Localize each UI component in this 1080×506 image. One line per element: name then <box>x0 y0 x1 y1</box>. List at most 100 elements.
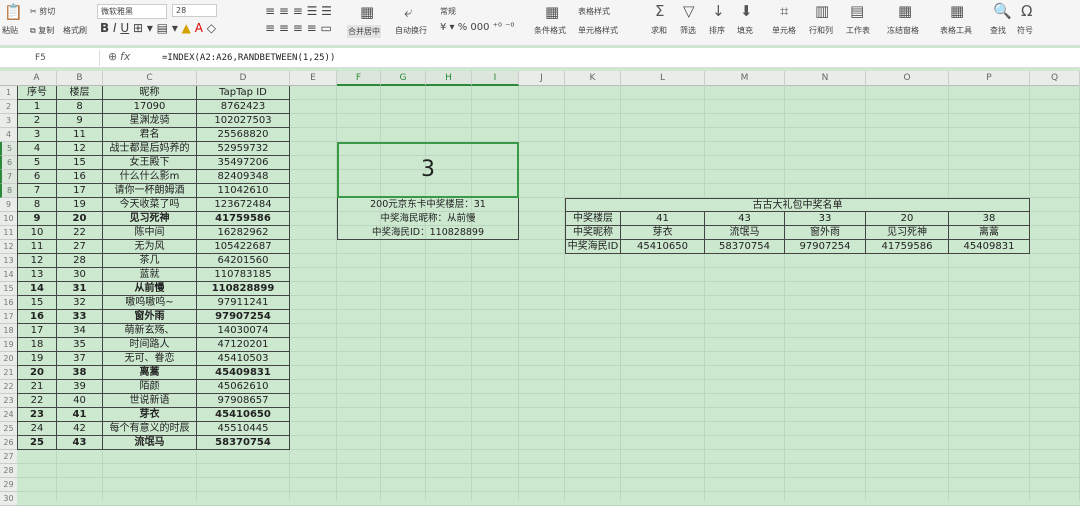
number-format-select[interactable]: 常规 <box>440 6 510 17</box>
sheet-icon[interactable]: ▤ <box>850 2 864 20</box>
fill-button[interactable]: 填充 <box>737 25 753 36</box>
cell[interactable]: 45409831 <box>949 240 1030 254</box>
cell[interactable]: 无可、眷恋 <box>103 352 197 366</box>
cell[interactable]: 35 <box>57 338 103 352</box>
column-header-N[interactable]: N <box>785 71 866 86</box>
cell[interactable]: 38 <box>57 366 103 380</box>
cell[interactable]: 4 <box>17 142 57 156</box>
row-header[interactable]: 9 <box>0 198 17 212</box>
conditional-format-icon[interactable]: ▦ <box>545 3 559 21</box>
freeze-icon[interactable]: ▦ <box>898 2 912 20</box>
cell[interactable]: 20 <box>57 212 103 226</box>
cell[interactable]: 34 <box>57 324 103 338</box>
cell[interactable]: 45410650 <box>621 240 705 254</box>
cell[interactable]: 见习死神 <box>866 226 949 240</box>
column-header-J[interactable]: J <box>519 71 565 86</box>
row-header[interactable]: 12 <box>0 240 17 254</box>
cell[interactable]: 15 <box>17 296 57 310</box>
row-header[interactable]: 19 <box>0 338 17 352</box>
cell[interactable]: 12 <box>57 142 103 156</box>
row-header[interactable]: 3 <box>0 114 17 128</box>
column-header-H[interactable]: H <box>426 71 472 86</box>
cell[interactable]: 24 <box>17 422 57 436</box>
sort-icon[interactable]: ↓ <box>712 2 725 20</box>
table-style-button[interactable]: 表格样式 <box>578 6 610 17</box>
align-buttons-2[interactable]: ≡ ≡ ≡ ≡ ▭ <box>265 21 332 35</box>
row-header[interactable]: 21 <box>0 366 17 380</box>
cell[interactable]: 萌新玄殇、 <box>103 324 197 338</box>
row-header[interactable]: 8 <box>0 184 17 198</box>
row-header[interactable]: 29 <box>0 478 17 492</box>
cell[interactable]: 10 <box>17 226 57 240</box>
cell[interactable]: 82409348 <box>197 170 290 184</box>
cell[interactable]: 45409831 <box>197 366 290 380</box>
align-buttons[interactable]: ≡ ≡ ≡ ☰ ☰ <box>265 4 332 18</box>
cell[interactable]: 13 <box>17 268 57 282</box>
cell[interactable]: 33 <box>57 310 103 324</box>
wrap-text-button[interactable]: 自动换行 <box>395 25 427 36</box>
cell[interactable]: 茶几 <box>103 254 197 268</box>
cell[interactable]: 20 <box>866 212 949 226</box>
cells-icon[interactable]: ⌗ <box>780 2 788 20</box>
number-buttons[interactable]: ¥ ▾ % 000 ⁺⁰ ⁻⁰ <box>440 22 514 33</box>
column-header-O[interactable]: O <box>866 71 949 86</box>
cell[interactable]: 世说新语 <box>103 394 197 408</box>
row-header[interactable]: 17 <box>0 310 17 324</box>
cell[interactable]: 19 <box>57 198 103 212</box>
cell[interactable]: 45510445 <box>197 422 290 436</box>
cell[interactable]: 陈中间 <box>103 226 197 240</box>
cell[interactable]: 9 <box>17 212 57 226</box>
cell[interactable]: 32 <box>57 296 103 310</box>
cell[interactable]: 女王殿下 <box>103 156 197 170</box>
cell[interactable]: 45410503 <box>197 352 290 366</box>
cell[interactable]: 11 <box>57 128 103 142</box>
row-header[interactable]: 14 <box>0 268 17 282</box>
row-header[interactable]: 22 <box>0 380 17 394</box>
cell[interactable]: 今天收菜了吗 <box>103 198 197 212</box>
row-header[interactable]: 30 <box>0 492 17 506</box>
cell[interactable]: 105422687 <box>197 240 290 254</box>
row-header[interactable]: 27 <box>0 450 17 464</box>
row-header[interactable]: 24 <box>0 408 17 422</box>
cell[interactable]: 30 <box>57 268 103 282</box>
cell[interactable]: 31 <box>57 282 103 296</box>
cell[interactable]: 28 <box>57 254 103 268</box>
cell[interactable]: 战士都是后妈养的 <box>103 142 197 156</box>
cell[interactable]: 从前慢 <box>103 282 197 296</box>
cell[interactable]: 3 <box>17 128 57 142</box>
cell[interactable]: 时间路人 <box>103 338 197 352</box>
row-header[interactable]: 23 <box>0 394 17 408</box>
cell[interactable]: 离蒿 <box>103 366 197 380</box>
cell[interactable]: 9 <box>57 114 103 128</box>
cell[interactable]: 110783185 <box>197 268 290 282</box>
wrap-icon[interactable]: ⤶ <box>404 3 412 21</box>
row-header[interactable]: 26 <box>0 436 17 450</box>
column-header-D[interactable]: D <box>197 71 290 86</box>
cell[interactable]: 昵称 <box>103 86 197 100</box>
row-header[interactable]: 16 <box>0 296 17 310</box>
cell[interactable]: 64201560 <box>197 254 290 268</box>
cell[interactable]: 8 <box>57 100 103 114</box>
cell[interactable]: 窗外雨 <box>103 310 197 324</box>
column-header-I[interactable]: I <box>472 71 519 86</box>
cell[interactable]: 25 <box>17 436 57 450</box>
cell[interactable]: 请你一杯朗姆酒 <box>103 184 197 198</box>
cell[interactable]: 8 <box>17 198 57 212</box>
cell[interactable]: 102027503 <box>197 114 290 128</box>
cell[interactable]: 18 <box>17 338 57 352</box>
rowcol-button[interactable]: 行和列 <box>809 25 833 36</box>
cell[interactable]: 流氓马 <box>103 436 197 450</box>
cell[interactable]: 序号 <box>17 86 57 100</box>
cell[interactable]: 58370754 <box>197 436 290 450</box>
name-box[interactable]: F5 <box>0 50 100 66</box>
column-header-E[interactable]: E <box>290 71 337 86</box>
cell[interactable]: 14 <box>17 282 57 296</box>
freeze-panes-button[interactable]: 冻结窗格 <box>887 25 919 36</box>
rowcol-icon[interactable]: ▥ <box>815 2 829 20</box>
row-header[interactable]: 4 <box>0 128 17 142</box>
table-tools-button[interactable]: 表格工具 <box>940 25 972 36</box>
cell[interactable]: 12 <box>17 254 57 268</box>
cell[interactable]: 17 <box>57 184 103 198</box>
column-header-P[interactable]: P <box>949 71 1030 86</box>
sum-icon[interactable]: Σ <box>655 2 664 20</box>
